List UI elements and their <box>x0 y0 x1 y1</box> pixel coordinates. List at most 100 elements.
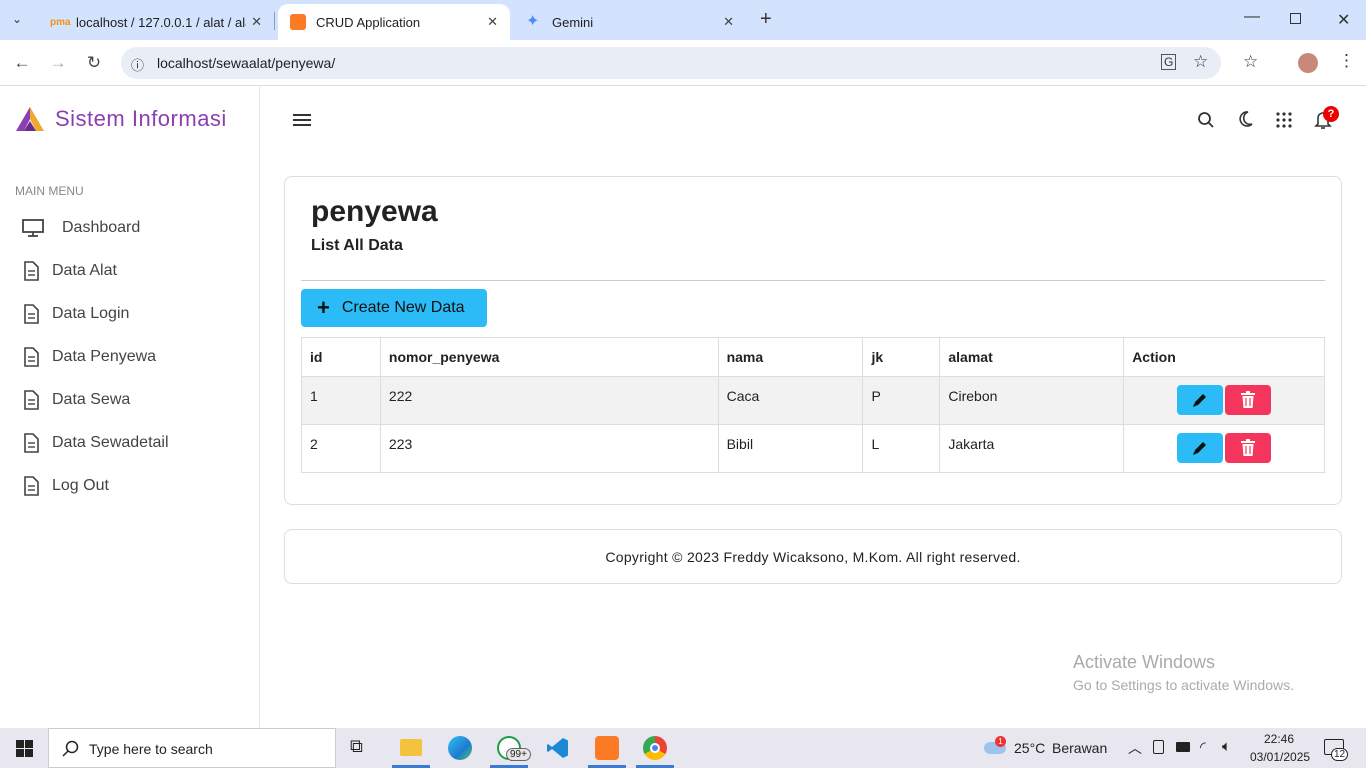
sidebar-item-data-alat[interactable]: Data Alat <box>22 256 117 286</box>
close-window-icon[interactable]: ✕ <box>1337 10 1350 30</box>
table-cell: P <box>862 376 941 425</box>
omnibox[interactable]: ⓘ localhost/sewaalat/penyewa/ G ☆ <box>121 47 1221 79</box>
sidebar-item-label: Log Out <box>52 477 109 494</box>
temperature[interactable]: 25°C <box>1014 740 1045 756</box>
gemini-icon: ✦ <box>526 13 540 30</box>
file-icon <box>24 304 39 324</box>
chrome-icon[interactable] <box>643 736 667 760</box>
delete-button[interactable] <box>1225 433 1272 463</box>
page-subtitle: List All Data <box>311 237 403 254</box>
plus-icon: + <box>317 295 330 320</box>
close-tab-icon[interactable]: ✕ <box>251 14 262 30</box>
sidebar-item-label: Dashboard <box>62 219 141 236</box>
tab-separator <box>274 12 275 30</box>
task-view-icon[interactable]: ⧉ <box>350 736 363 757</box>
translate-icon[interactable]: G <box>1161 54 1177 70</box>
minimize-icon[interactable]: — <box>1244 8 1260 26</box>
meet-now-icon[interactable] <box>1153 740 1164 754</box>
table-cell: Jakarta <box>939 424 1125 473</box>
edit-button[interactable] <box>1177 385 1224 415</box>
tab-gemini[interactable]: ✦ Gemini ✕ <box>514 4 746 40</box>
activate-windows-watermark: Activate Windows <box>1073 652 1216 672</box>
xampp-icon[interactable] <box>595 736 619 760</box>
column-header: Action <box>1123 337 1325 377</box>
bookmarks-icon[interactable]: ☆ <box>1243 52 1258 72</box>
brand-title[interactable]: Sistem Informasi <box>55 106 227 132</box>
column-header: nama <box>717 337 864 377</box>
network-icon[interactable]: ◜ <box>1200 738 1206 756</box>
table-row: 2 223 Bibil L Jakarta <box>301 424 1325 473</box>
tab-phpmyadmin[interactable]: pma localhost / 127.0.0.1 / alat / alat … <box>38 4 274 40</box>
apps-grid-icon[interactable] <box>1276 112 1292 128</box>
delete-button[interactable] <box>1225 385 1272 415</box>
volume-icon[interactable]: 🔈︎ <box>1222 738 1231 755</box>
close-tab-icon[interactable]: ✕ <box>487 14 498 30</box>
sidebar-item-dashboard[interactable]: Dashboard <box>22 213 140 243</box>
restore-icon[interactable] <box>1290 13 1301 24</box>
reload-icon[interactable]: ↻ <box>84 53 104 73</box>
battery-icon[interactable] <box>1176 742 1190 752</box>
weather-text[interactable]: Berawan <box>1052 740 1107 756</box>
notification-badge: ? <box>1323 106 1339 122</box>
sidebar-item-data-login[interactable]: Data Login <box>22 299 129 329</box>
profile-avatar[interactable] <box>1298 53 1318 73</box>
new-tab-icon[interactable]: + <box>760 8 772 31</box>
weather-alert-badge: 1 <box>995 736 1006 747</box>
chevron-up-icon[interactable]: ︿ <box>1128 738 1142 758</box>
sidebar-item-label: Data Sewadetail <box>52 434 169 451</box>
activate-windows-hint: Go to Settings to activate Windows. <box>1073 677 1294 693</box>
search-icon <box>62 740 79 757</box>
taskbar-search-box[interactable]: Type here to search <box>48 728 336 768</box>
menu-header: MAIN MENU <box>15 184 84 198</box>
close-tab-icon[interactable]: ✕ <box>723 14 734 30</box>
sidebar-item-data-penyewa[interactable]: Data Penyewa <box>22 342 156 372</box>
dark-mode-moon-icon[interactable] <box>1236 110 1254 128</box>
site-info-icon[interactable]: ⓘ <box>131 55 144 74</box>
tab-search-dropdown-icon[interactable]: ⌄ <box>12 12 22 26</box>
browser-menu-icon[interactable]: ⋮ <box>1338 51 1355 71</box>
vscode-icon[interactable] <box>546 736 570 760</box>
table-cell: 223 <box>379 424 719 473</box>
edge-icon[interactable] <box>448 736 472 760</box>
action-cell <box>1123 376 1325 425</box>
windows-taskbar: Type here to search ⧉ 99+ 1 25°C Berawan… <box>0 728 1366 768</box>
table-cell: Cirebon <box>939 376 1125 425</box>
table-cell: Bibil <box>717 424 864 473</box>
sidebar-item-label: Data Penyewa <box>52 348 157 365</box>
sidebar-item-label: Data Login <box>52 305 130 322</box>
sidebar-item-data-sewa[interactable]: Data Sewa <box>22 385 130 415</box>
column-header: id <box>301 337 381 377</box>
table-row: 1 222 Caca P Cirebon <box>301 376 1325 425</box>
footer: Copyright © 2023 Freddy Wicaksono, M.Kom… <box>284 529 1342 584</box>
sidebar-item-label: Data Sewa <box>52 391 131 408</box>
file-explorer-icon[interactable] <box>400 739 422 756</box>
sidebar: Sistem Informasi MAIN MENU Dashboard Dat… <box>0 87 260 728</box>
clock-date[interactable]: 03/01/2025 <box>1250 750 1310 764</box>
hamburger-menu-icon[interactable] <box>293 113 311 127</box>
copyright-text: Copyright © 2023 Freddy Wicaksono, M.Kom… <box>605 549 1021 565</box>
bookmark-star-icon[interactable]: ☆ <box>1193 52 1208 72</box>
back-icon[interactable]: ← <box>12 53 32 73</box>
windows-start-icon[interactable] <box>16 740 33 757</box>
pencil-icon <box>1193 442 1207 455</box>
file-icon <box>24 347 39 367</box>
url-text[interactable]: localhost/sewaalat/penyewa/ <box>157 55 335 71</box>
tab-crud-application[interactable]: CRUD Application ✕ <box>278 4 510 40</box>
divider <box>301 280 1325 281</box>
create-button-label: Create New Data <box>341 299 465 316</box>
chrome-icon-center <box>650 743 660 753</box>
table-cell: 1 <box>301 376 381 425</box>
sidebar-item-log-out[interactable]: Log Out <box>22 471 109 501</box>
sidebar-item-data-sewadetail[interactable]: Data Sewadetail <box>22 428 169 458</box>
search-icon[interactable] <box>1197 111 1215 129</box>
pencil-icon <box>1193 394 1207 407</box>
table-cell: 222 <box>379 376 719 425</box>
column-header: nomor_penyewa <box>379 337 719 377</box>
forward-icon[interactable]: → <box>48 53 68 73</box>
table-cell: Caca <box>717 376 864 425</box>
clock-time[interactable]: 22:46 <box>1264 732 1294 746</box>
data-table: id nomor_penyewa nama jk alamat Action 1… <box>301 337 1325 473</box>
edit-button[interactable] <box>1177 433 1224 463</box>
create-new-data-button[interactable]: + Create New Data <box>301 289 487 327</box>
content-card: penyewa List All Data + Create New Data … <box>284 176 1342 505</box>
